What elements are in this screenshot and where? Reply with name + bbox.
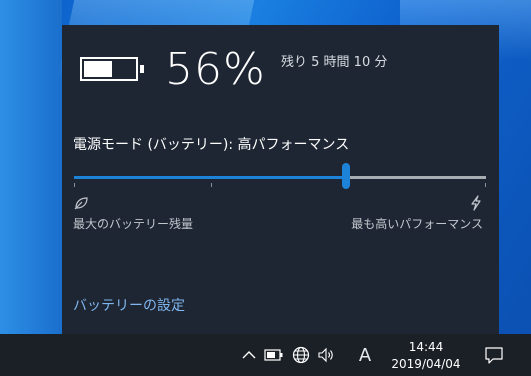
volume-icon[interactable] bbox=[316, 344, 338, 366]
slider-tick bbox=[485, 183, 486, 187]
slider-track-rest bbox=[346, 176, 486, 179]
clock-time: 14:44 bbox=[408, 340, 444, 354]
battery-percent: 56% bbox=[165, 44, 266, 95]
leaf-icon bbox=[73, 195, 193, 213]
slider-left-label: 最大のバッテリー残量 bbox=[73, 217, 194, 231]
slider-left-end: 最大のバッテリー残量 bbox=[73, 195, 193, 232]
battery-status-row: 56% 残り 5 時間 10 分 bbox=[62, 25, 499, 105]
slider-right-label: 最も高いパフォーマンス bbox=[351, 217, 483, 231]
battery-icon bbox=[80, 57, 150, 85]
battery-settings-link[interactable]: バッテリーの設定 bbox=[73, 295, 185, 315]
time-remaining: 残り 5 時間 10 分 bbox=[281, 55, 388, 70]
network-globe-icon[interactable] bbox=[290, 344, 312, 366]
battery-tip bbox=[140, 65, 144, 73]
battery-fill bbox=[84, 61, 112, 77]
battery-icon[interactable] bbox=[263, 344, 285, 366]
chevron-up-icon[interactable] bbox=[240, 344, 258, 366]
slider-track-active bbox=[74, 176, 346, 179]
taskbar-clock[interactable]: 14:44 2019/04/04 bbox=[380, 339, 472, 373]
slider-tick bbox=[74, 183, 75, 187]
slider-tick bbox=[211, 183, 212, 187]
slider-thumb[interactable] bbox=[342, 163, 350, 189]
battery-flyout: 56% 残り 5 時間 10 分 電源モード (バッテリー): 高パフォーマンス… bbox=[62, 25, 499, 335]
power-mode-label: 電源モード (バッテリー): 高パフォーマンス bbox=[73, 137, 350, 153]
lightning-icon bbox=[351, 195, 483, 213]
power-mode-slider[interactable] bbox=[74, 163, 486, 193]
slider-right-end: 最も高いパフォーマンス bbox=[351, 195, 483, 232]
taskbar: A 14:44 2019/04/04 bbox=[0, 334, 531, 376]
action-center-icon[interactable] bbox=[484, 345, 504, 365]
wallpaper-edge bbox=[0, 0, 62, 334]
clock-date: 2019/04/04 bbox=[391, 357, 461, 371]
ime-indicator[interactable]: A bbox=[356, 344, 374, 366]
